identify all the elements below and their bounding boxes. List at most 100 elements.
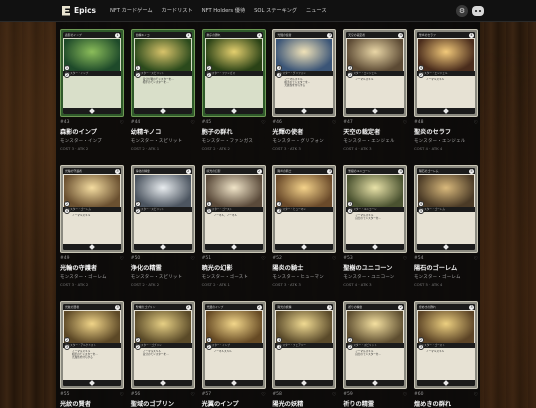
card-list-item[interactable]: 森影のインプ 1 モンスター・インプ 1 2 #43 ♡ 森影のインプ モンスタ…: [60, 29, 124, 153]
card-image[interactable]: 幼精キノコ 1 モンスター・スピリット 1 2 自分が場のモンスターを… 相手の…: [130, 29, 195, 117]
card-image[interactable]: 光輪の守護者 3 モンスター・ゴーレム 2 4 ノーマルスキル: [60, 165, 124, 253]
card-list-item[interactable]: 胞子の群れ 1 モンスター・ファンガス 2 2 #45 ♡ 胞子の群れ モンスタ…: [201, 29, 266, 153]
favorite-heart-icon[interactable]: ♡: [403, 256, 407, 262]
favorite-heart-icon[interactable]: ♡: [120, 256, 124, 262]
card-name[interactable]: 煌めきの群れ: [414, 399, 478, 408]
logo[interactable]: Epics: [62, 5, 96, 16]
card-name[interactable]: 陽炎の騎士: [272, 263, 336, 272]
favorite-heart-icon[interactable]: ♡: [474, 256, 478, 262]
card-meta: #43 ♡ 森影のインプ モンスター・インプ COST 3 · ATK 2: [60, 120, 124, 151]
favorite-heart-icon[interactable]: ♡: [261, 392, 265, 398]
favorite-heart-icon[interactable]: ♡: [332, 256, 336, 262]
card-image[interactable]: 煌めきの群れ 3 モンスター・ゴースト 2 3 ノーマルスキル: [413, 301, 478, 389]
card-name[interactable]: 暁光の幻影: [202, 263, 266, 272]
card-name[interactable]: 胞子の群れ: [202, 127, 266, 136]
card-list-item[interactable]: 祈りの精霊 2 モンスター・スピリット 2 2 ノーマルスキル 自分のモンスター…: [343, 301, 408, 408]
card-stat-badge: 2: [134, 72, 141, 78]
card-name[interactable]: 光翼のインプ: [202, 399, 266, 408]
card-image[interactable]: 陽炎の騎士 3 モンスター・ヒューマン 3 3: [272, 165, 337, 253]
card-meta: #57 ♡ 光翼のインプ モンスター・インプ COST 2 · ATK 1: [202, 392, 266, 408]
favorite-heart-icon[interactable]: ♡: [332, 392, 336, 398]
card-list-item[interactable]: 幼精キノコ 1 モンスター・スピリット 1 2 自分が場のモンスターを… 相手の…: [130, 29, 195, 153]
favorite-heart-icon[interactable]: ♡: [332, 120, 336, 126]
card-list-item[interactable]: 陽炎の騎士 3 モンスター・ヒューマン 3 3 #52 ♡ 陽炎の騎士 モンスタ…: [272, 165, 337, 289]
nav-news[interactable]: ニュース: [306, 7, 327, 14]
favorite-heart-icon[interactable]: ♡: [403, 392, 407, 398]
card-name[interactable]: 光輪の守護者: [60, 263, 124, 272]
card-meta: #55 ♡ 光紋の賢者 モンスター・アルケミスト COST 3 · ATK 2: [60, 392, 124, 408]
card-image[interactable]: 聖域のゴブリン 2 モンスター・ゴブリン 2 2 ノーマルスキル 自分のモンスタ…: [130, 301, 195, 389]
card-image[interactable]: 光輝の使者 3 モンスター・グリフォン 3 3 ノーマルスキル 相手のモンスター…: [272, 29, 337, 117]
card-name[interactable]: 聖樹のユニコーン: [343, 263, 407, 272]
card-cost-badge: 3: [115, 304, 120, 310]
card-stat-badge: 3: [205, 208, 212, 214]
nav-card-list[interactable]: カードリスト: [162, 7, 193, 14]
card-face-title: 煌めきの群れ: [416, 304, 475, 310]
favorite-heart-icon[interactable]: ♡: [261, 120, 265, 126]
card-list-item[interactable]: 光輪の守護者 3 モンスター・ゴーレム 2 4 ノーマルスキル #49 ♡ 光輪…: [60, 165, 124, 289]
card-image[interactable]: 光紋の賢者 3 モンスター・アルケミスト 2 3 ノーマルスキル 相手のモンスタ…: [60, 301, 124, 389]
card-list-item[interactable]: 光翼のインプ 2 モンスター・インプ 1 2 ノーマルスキル #57 ♡ 光翼の…: [201, 301, 266, 408]
card-name[interactable]: 光輝の使者: [272, 127, 336, 136]
card-name[interactable]: 幼精キノコ: [131, 127, 195, 136]
card-face-type: モンスター・フェアリー: [275, 343, 334, 348]
card-cost-badge: 1: [115, 32, 120, 38]
card-list-item[interactable]: 光輝の使者 3 モンスター・グリフォン 3 3 ノーマルスキル 相手のモンスター…: [272, 29, 337, 153]
card-image[interactable]: 天空の裁定者 4 モンスター・エンジェル 3 2 ノーマルスキル: [343, 29, 408, 117]
card-list-item[interactable]: 聖炎のセラフ 4 モンスター・エンジェル 4 2 ノーマルスキル #48 ♡ 聖…: [413, 29, 478, 153]
card-name[interactable]: 森影のインプ: [60, 127, 124, 136]
card-image[interactable]: 聖樹のユニコーン 4 モンスター・ユニコーン 3 4 ノーマルスキル 自分のモン…: [343, 165, 408, 253]
favorite-heart-icon[interactable]: ♡: [403, 120, 407, 126]
card-list-item[interactable]: 煌めきの群れ 3 モンスター・ゴースト 2 3 ノーマルスキル #60 ♡ 煌め…: [413, 301, 478, 408]
card-name[interactable]: 陽石のゴーレム: [414, 263, 478, 272]
card-list-item[interactable]: 光紋の賢者 3 モンスター・アルケミスト 2 3 ノーマルスキル 相手のモンスタ…: [60, 301, 124, 408]
favorite-heart-icon[interactable]: ♡: [120, 392, 124, 398]
favorite-heart-icon[interactable]: ♡: [120, 120, 124, 126]
card-image[interactable]: 祈りの精霊 2 モンスター・スピリット 2 2 ノーマルスキル 自分のモンスター…: [343, 301, 408, 389]
favorite-heart-icon[interactable]: ♡: [190, 256, 194, 262]
favorite-heart-icon[interactable]: ♡: [474, 392, 478, 398]
card-image[interactable]: 暁光の幻影 2 モンスター・ゴースト 1 3 ノーマル、ノーマル: [201, 165, 266, 253]
card-image[interactable]: 聖炎のセラフ 4 モンスター・エンジェル 4 2 ノーマルスキル: [413, 29, 478, 117]
card-list-item[interactable]: 聖域のゴブリン 2 モンスター・ゴブリン 2 2 ノーマルスキル 自分のモンスタ…: [130, 301, 195, 408]
card-image[interactable]: 光翼のインプ 2 モンスター・インプ 1 2 ノーマルスキル: [201, 301, 266, 389]
card-image[interactable]: 陽石のゴーレム 5 モンスター・ゴーレム 4 5: [413, 165, 478, 253]
card-meta: #51 ♡ 暁光の幻影 モンスター・ゴースト COST 2 · ATK 1: [202, 256, 266, 287]
card-name[interactable]: 光紋の賢者: [60, 399, 124, 408]
favorite-heart-icon[interactable]: ♡: [190, 392, 194, 398]
card-list-item[interactable]: 陽光の妖精 1 モンスター・フェアリー 1 1 #58 ♡ 陽光の妖精 モンスタ…: [272, 301, 337, 408]
card-image[interactable]: 森影のインプ 1 モンスター・インプ 1 2: [60, 29, 124, 117]
card-image[interactable]: 浄化の精霊 2 モンスター・スピリット 2 2: [130, 165, 195, 253]
card-image[interactable]: 胞子の群れ 1 モンスター・ファンガス 2 2: [201, 29, 266, 117]
favorite-heart-icon[interactable]: ♡: [261, 256, 265, 262]
card-artwork: [276, 174, 333, 207]
nav-sol-staking[interactable]: SOL ステーキング: [254, 7, 297, 14]
card-list-item[interactable]: 浄化の精霊 2 モンスター・スピリット 2 2 #50 ♡ 浄化の精霊 モンスタ…: [130, 165, 195, 289]
card-name[interactable]: 聖炎のセラフ: [414, 127, 478, 136]
card-face-type: モンスター・スピリット: [133, 207, 192, 212]
card-description: ノーマルスキル 相手のモンスターを… 光属性を付与する: [72, 350, 98, 360]
card-list-item[interactable]: 天空の裁定者 4 モンスター・エンジェル 3 2 ノーマルスキル #47 ♡ 天…: [343, 29, 408, 153]
card-cost-badge: 3: [327, 168, 333, 174]
card-stat-badge: 1: [276, 344, 283, 350]
card-name[interactable]: 天空の裁定者: [343, 127, 407, 136]
discord-icon[interactable]: [472, 6, 484, 16]
gear-icon[interactable]: ⚙: [456, 5, 468, 17]
favorite-heart-icon[interactable]: ♡: [190, 120, 194, 126]
card-list-item[interactable]: 聖樹のユニコーン 4 モンスター・ユニコーン 3 4 ノーマルスキル 自分のモン…: [343, 165, 408, 289]
nav-nft-holders[interactable]: NFT Holders 優待: [202, 7, 245, 14]
card-image[interactable]: 陽光の妖精 1 モンスター・フェアリー 1 1: [272, 301, 337, 389]
card-stat-badge: 2: [347, 344, 354, 350]
card-name[interactable]: 祈りの精霊: [343, 399, 407, 408]
favorite-heart-icon[interactable]: ♡: [474, 120, 478, 126]
card-list-item[interactable]: 暁光の幻影 2 モンスター・ゴースト 1 3 ノーマル、ノーマル #51 ♡ 暁…: [201, 165, 266, 289]
card-face-type: モンスター・ファンガス: [204, 71, 263, 76]
rarity-gem-icon: [372, 108, 379, 114]
card-stat-badge: 2: [134, 337, 141, 343]
nav-nft-card-game[interactable]: NFT カードゲーム: [110, 7, 153, 14]
card-artwork: [205, 174, 262, 207]
card-name[interactable]: 陽光の妖精: [272, 399, 336, 408]
card-list-item[interactable]: 陽石のゴーレム 5 モンスター・ゴーレム 4 5 #54 ♡ 陽石のゴーレム モ…: [413, 165, 478, 289]
card-name[interactable]: 聖域のゴブリン: [131, 399, 195, 408]
card-name[interactable]: 浄化の精霊: [131, 263, 195, 272]
